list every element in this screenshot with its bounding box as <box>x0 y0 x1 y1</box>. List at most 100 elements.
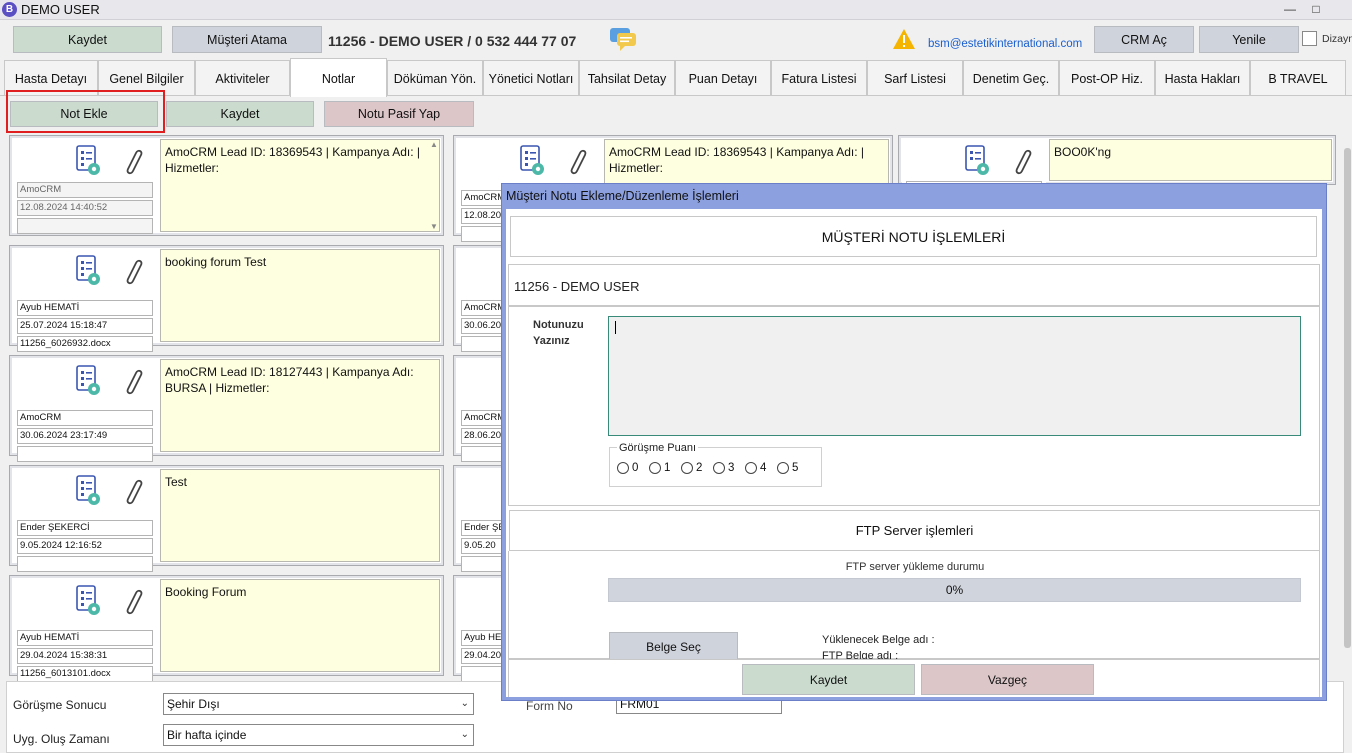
note-textarea[interactable] <box>608 316 1301 436</box>
note-date: 29.04.2024 15:38:31 <box>17 648 153 664</box>
upload-name-label: Yüklenecek Belge adı : <box>822 634 935 646</box>
result-select[interactable]: Şehir Dışı ⌄ <box>163 693 474 715</box>
note-card-icons <box>76 255 143 285</box>
crm-open-button[interactable]: CRM Aç <box>1094 26 1194 53</box>
rating-option-3[interactable]: 3 <box>713 462 734 474</box>
note-card[interactable]: Ayub HEMATİ 29.04.2024 15:38:31 11256_60… <box>9 575 444 682</box>
note-attachment[interactable] <box>17 218 153 234</box>
timing-select[interactable]: Bir hafta içinde ⌄ <box>163 724 474 746</box>
maximize-button[interactable]: □ <box>1306 0 1326 18</box>
timing-label: Uyg. Oluş Zamanı <box>13 732 110 746</box>
timing-value: Bir hafta içinde <box>167 728 247 742</box>
tab-fatura-listesi[interactable]: Fatura Listesi <box>771 60 867 95</box>
scrollbar-thumb[interactable] <box>1344 148 1351 648</box>
select-document-button[interactable]: Belge Seç <box>609 632 738 662</box>
note-scrollbar[interactable]: ▲ ▼ <box>429 140 439 232</box>
title-bar: B DEMO USER — □ <box>0 0 1352 20</box>
paperclip-icon <box>126 589 143 615</box>
rating-option-5[interactable]: 5 <box>777 462 798 474</box>
note-card-meta: Ayub HEMATİ 29.04.2024 15:38:31 11256_60… <box>13 579 157 682</box>
doc-gear-icon <box>76 365 100 395</box>
modal-save-button[interactable]: Kaydet <box>742 664 915 695</box>
rating-option-2[interactable]: 2 <box>681 462 702 474</box>
note-card[interactable]: Ayub HEMATİ 25.07.2024 15:18:47 11256_60… <box>9 245 444 352</box>
paperclip-icon <box>570 149 587 175</box>
doc-gear-icon <box>76 255 100 285</box>
app-icon: B <box>2 2 17 17</box>
window-title: DEMO USER <box>21 2 100 17</box>
scroll-up-icon[interactable]: ▲ <box>429 140 439 150</box>
rating-option-label: 5 <box>792 462 799 474</box>
note-card[interactable]: BOO0K'ng <box>898 135 1336 185</box>
email-link[interactable]: bsm@estetikinternational.com <box>928 38 1082 50</box>
ftp-header-text: FTP Server işlemleri <box>855 523 974 538</box>
rating-legend: Görüşme Puanı <box>617 442 699 454</box>
tab-dokuman-yon[interactable]: Döküman Yön. <box>387 60 483 95</box>
scroll-down-icon[interactable]: ▼ <box>429 222 439 232</box>
ftp-section: FTP server yükleme durumu Belge Seç Yükl… <box>508 551 1320 662</box>
rating-group: Görüşme Puanı 0 1 2 3 4 5 <box>609 442 822 487</box>
minimize-button[interactable]: — <box>1280 0 1300 18</box>
chevron-down-icon: ⌄ <box>460 698 469 709</box>
tab-denetim-gec[interactable]: Denetim Geç. <box>963 60 1059 95</box>
chat-icon[interactable] <box>608 26 638 52</box>
rating-option-4[interactable]: 4 <box>745 462 766 474</box>
note-card[interactable]: Ender ŞEKERCİ 9.05.2024 12:16:52 Test <box>9 465 444 572</box>
tab-notlar[interactable]: Notlar <box>290 58 387 97</box>
paperclip-icon <box>126 259 143 285</box>
note-card[interactable]: AmoCRM 30.06.2024 23:17:49 AmoCRM Lead I… <box>9 355 444 462</box>
note-text[interactable]: booking forum Test <box>160 249 440 342</box>
note-attachment[interactable]: 11256_6013101.docx <box>17 666 153 682</box>
note-date: 12.08.2024 14:40:52 <box>17 200 153 216</box>
save-note-button[interactable]: Kaydet <box>166 101 314 127</box>
tab-puan-detayi[interactable]: Puan Detayı <box>675 60 771 95</box>
modal-cancel-button[interactable]: Vazgeç <box>921 664 1094 695</box>
patient-box: 11256 - DEMO USER <box>508 264 1320 306</box>
note-card-icons <box>76 475 143 505</box>
customer-assign-button[interactable]: Müşteri Atama <box>172 26 322 53</box>
note-author: AmoCRM <box>17 410 153 426</box>
note-attachment[interactable] <box>17 446 153 462</box>
text-caret <box>615 321 616 334</box>
note-date: 9.05.2024 12:16:52 <box>17 538 153 554</box>
tab-post-op-hiz[interactable]: Post-OP Hiz. <box>1059 60 1155 95</box>
patient-info: 11256 - DEMO USER / 0 532 444 77 07 <box>328 33 577 49</box>
note-card-meta <box>902 139 1046 185</box>
rating-option-label: 4 <box>760 462 767 474</box>
ftp-status-label: FTP server yükleme durumu <box>845 561 985 573</box>
tab-tahsilat-detay[interactable]: Tahsilat Detay <box>579 60 675 95</box>
note-text[interactable]: Booking Forum <box>160 579 440 672</box>
note-text[interactable]: Test <box>160 469 440 562</box>
save-button[interactable]: Kaydet <box>13 26 162 53</box>
modal-patient: 11256 - DEMO USER <box>514 279 640 294</box>
note-attachment[interactable]: 11256_6026932.docx <box>17 336 153 352</box>
rating-option-label: 2 <box>696 462 703 474</box>
refresh-button[interactable]: Yenile <box>1199 26 1299 53</box>
result-label: Görüşme Sonucu <box>13 698 107 712</box>
tab-aktiviteler[interactable]: Aktiviteler <box>195 60 290 95</box>
rating-option-label: 1 <box>664 462 671 474</box>
deactivate-note-button[interactable]: Notu Pasif Yap <box>324 101 474 127</box>
tab-hasta-haklari[interactable]: Hasta Hakları <box>1155 60 1250 95</box>
note-card-meta: Ayub HEMATİ 25.07.2024 15:18:47 11256_60… <box>13 249 157 352</box>
tab-b-travel[interactable]: B TRAVEL <box>1250 60 1346 95</box>
modal-header: MÜŞTERİ NOTU İŞLEMLERİ <box>510 216 1317 257</box>
result-value: Şehir Dışı <box>167 697 220 711</box>
tab-yonetici-notlari[interactable]: Yönetici Notları <box>483 60 579 95</box>
modal-title: Müşteri Notu Ekleme/Düzenleme İşlemleri <box>506 189 739 203</box>
note-card-icons <box>965 145 1032 175</box>
rating-option-0[interactable]: 0 <box>617 462 638 474</box>
doc-gear-icon <box>965 145 989 175</box>
note-author: Ender ŞEKERCİ <box>17 520 153 536</box>
tab-sarf-listesi[interactable]: Sarf Listesi <box>867 60 963 95</box>
note-text[interactable]: AmoCRM Lead ID: 18369543 | Kampanya Adı:… <box>160 139 440 232</box>
note-card-icons <box>76 585 143 615</box>
note-date: 25.07.2024 15:18:47 <box>17 318 153 334</box>
note-text[interactable]: AmoCRM Lead ID: 18127443 | Kampanya Adı:… <box>160 359 440 452</box>
dizayn-checkbox[interactable] <box>1302 31 1317 46</box>
note-attachment[interactable] <box>17 556 153 572</box>
rating-option-1[interactable]: 1 <box>649 462 670 474</box>
note-text[interactable]: BOO0K'ng <box>1049 139 1332 181</box>
note-card[interactable]: AmoCRM 12.08.2024 14:40:52 AmoCRM Lead I… <box>9 135 444 236</box>
note-author: AmoCRM <box>17 182 153 198</box>
